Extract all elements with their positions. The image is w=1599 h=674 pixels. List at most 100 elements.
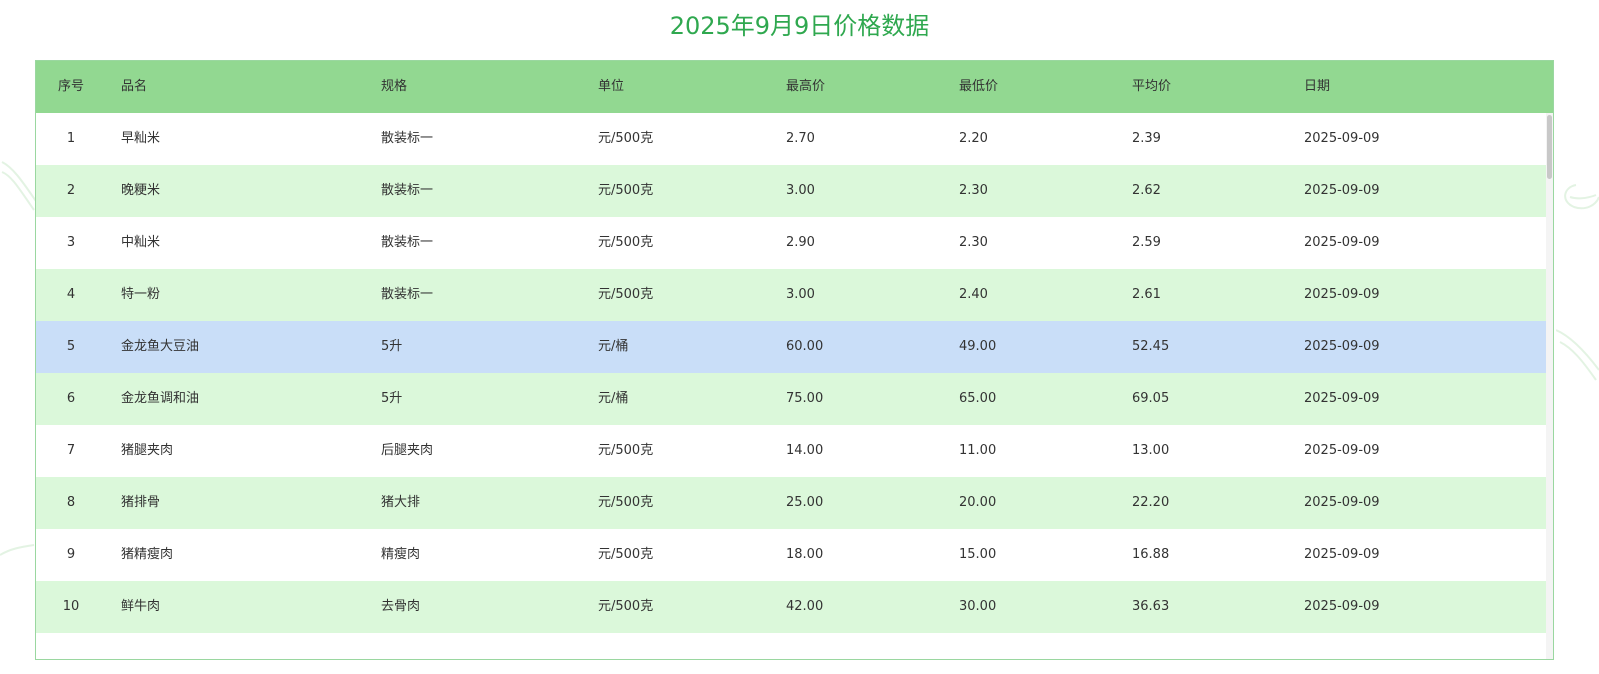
cell-product-name: 猪排骨: [121, 495, 161, 510]
cell-product-name: 金龙鱼调和油: [121, 391, 200, 406]
cell-spec: 5升: [381, 339, 403, 354]
cell-unit: 元/桶: [598, 391, 629, 406]
cell-unit: 元/500克: [598, 443, 654, 458]
page-title: 2025年9月9日价格数据: [669, 12, 930, 40]
cell-product-name: 晚粳米: [121, 183, 161, 198]
cell-unit: 元/500克: [598, 495, 654, 510]
cell-spec: 散装标一: [381, 183, 434, 198]
cell-max-price: 3.00: [786, 287, 815, 302]
cell-index: 9: [66, 547, 76, 562]
cell-index: 8: [66, 495, 76, 510]
cell-product-name: 金龙鱼大豆油: [121, 339, 200, 354]
cell-min-price: 20.00: [959, 495, 997, 510]
cell-avg-price: 69.05: [1132, 391, 1170, 406]
cell-spec: 精瘦肉: [381, 547, 421, 562]
cell-unit: 元/500克: [598, 235, 654, 250]
cell-date: 2025-09-09: [1304, 287, 1380, 302]
cell-date: 2025-09-09: [1304, 443, 1380, 458]
header-unit[interactable]: 单位: [598, 61, 624, 113]
cell-max-price: 42.00: [786, 599, 824, 614]
cell-date: 2025-09-09: [1304, 131, 1380, 146]
cell-spec: 去骨肉: [381, 599, 421, 614]
table-header: 序号 品名 规格 单位 最高价 最低价 平均价 日期: [36, 61, 1553, 113]
cell-index: 10: [62, 599, 80, 614]
cell-index: 7: [66, 443, 76, 458]
cell-min-price: 2.40: [959, 287, 988, 302]
cell-product-name: 猪腿夹肉: [121, 443, 174, 458]
table-row[interactable]: 8 猪排骨 猪大排 元/500克 25.00 20.00 22.20 2025-…: [36, 477, 1546, 529]
cell-avg-price: 2.39: [1132, 131, 1161, 146]
cell-max-price: 75.00: [786, 391, 824, 406]
cell-min-price: 2.30: [959, 235, 988, 250]
cell-spec: 散装标一: [381, 235, 434, 250]
cell-min-price: 15.00: [959, 547, 997, 562]
cell-unit: 元/桶: [598, 339, 629, 354]
cell-index: 5: [66, 339, 76, 354]
cell-index: 6: [66, 391, 76, 406]
table-row[interactable]: 3 中籼米 散装标一 元/500克 2.90 2.30 2.59 2025-09…: [36, 217, 1546, 269]
table-row[interactable]: 9 猪精瘦肉 精瘦肉 元/500克 18.00 15.00 16.88 2025…: [36, 529, 1546, 581]
table-body[interactable]: 1 早籼米 散装标一 元/500克 2.70 2.20 2.39 2025-09…: [36, 113, 1546, 659]
cell-avg-price: 16.88: [1132, 547, 1170, 562]
cell-max-price: 60.00: [786, 339, 824, 354]
cell-avg-price: 2.59: [1132, 235, 1161, 250]
cell-max-price: 25.00: [786, 495, 824, 510]
cell-max-price: 14.00: [786, 443, 824, 458]
table-row[interactable]: 4 特一粉 散装标一 元/500克 3.00 2.40 2.61 2025-09…: [36, 269, 1546, 321]
cell-date: 2025-09-09: [1304, 339, 1380, 354]
table-scrollbar-track[interactable]: [1546, 113, 1553, 659]
cell-unit: 元/500克: [598, 183, 654, 198]
cell-min-price: 2.30: [959, 183, 988, 198]
cell-max-price: 2.70: [786, 131, 815, 146]
header-index[interactable]: 序号: [36, 61, 106, 113]
cell-product-name: 特一粉: [121, 287, 161, 302]
table-row-highlighted[interactable]: 5 金龙鱼大豆油 5升 元/桶 60.00 49.00 52.45 2025-0…: [36, 321, 1546, 373]
cell-spec: 散装标一: [381, 287, 434, 302]
cell-min-price: 30.00: [959, 599, 997, 614]
cell-min-price: 2.20: [959, 131, 988, 146]
cell-spec: 猪大排: [381, 495, 421, 510]
table-row[interactable]: 2 晚粳米 散装标一 元/500克 3.00 2.30 2.62 2025-09…: [36, 165, 1546, 217]
header-product-name[interactable]: 品名: [121, 61, 147, 113]
cell-avg-price: 2.62: [1132, 183, 1161, 198]
price-page: 2025年9月9日价格数据 序号 品名 规格 单位 最高价 最低价 平均价 日期…: [0, 0, 1599, 674]
cell-spec: 5升: [381, 391, 403, 406]
cell-avg-price: 22.20: [1132, 495, 1170, 510]
cell-avg-price: 36.63: [1132, 599, 1170, 614]
cell-product-name: 鲜牛肉: [121, 599, 161, 614]
header-min-price[interactable]: 最低价: [959, 61, 998, 113]
cell-date: 2025-09-09: [1304, 495, 1380, 510]
cell-product-name: 猪精瘦肉: [121, 547, 174, 562]
cell-min-price: 65.00: [959, 391, 997, 406]
table-row[interactable]: 1 早籼米 散装标一 元/500克 2.70 2.20 2.39 2025-09…: [36, 113, 1546, 165]
cell-index: 3: [66, 235, 76, 250]
leaf-decoration-right-mid-icon: [1556, 329, 1599, 381]
cell-max-price: 3.00: [786, 183, 815, 198]
cell-spec: 后腿夹肉: [381, 443, 434, 458]
table-row[interactable]: 6 金龙鱼调和油 5升 元/桶 75.00 65.00 69.05 2025-0…: [36, 373, 1546, 425]
cell-avg-price: 52.45: [1132, 339, 1170, 354]
cell-unit: 元/500克: [598, 131, 654, 146]
cell-date: 2025-09-09: [1304, 235, 1380, 250]
cell-min-price: 11.00: [959, 443, 997, 458]
leaf-decoration-right-icon: [1564, 184, 1599, 210]
table-row[interactable]: 7 猪腿夹肉 后腿夹肉 元/500克 14.00 11.00 13.00 202…: [36, 425, 1546, 477]
cell-date: 2025-09-09: [1304, 599, 1380, 614]
cell-unit: 元/500克: [598, 547, 654, 562]
cell-avg-price: 2.61: [1132, 287, 1161, 302]
cell-product-name: 早籼米: [121, 131, 161, 146]
leaf-decoration-left-low-icon: [0, 544, 35, 556]
header-max-price[interactable]: 最高价: [786, 61, 825, 113]
header-avg-price[interactable]: 平均价: [1132, 61, 1171, 113]
price-table: 序号 品名 规格 单位 最高价 最低价 平均价 日期 1 早籼米 散装标一 元/…: [35, 60, 1554, 660]
header-spec[interactable]: 规格: [381, 61, 407, 113]
cell-date: 2025-09-09: [1304, 391, 1380, 406]
cell-index: 1: [66, 131, 76, 146]
table-scrollbar-thumb[interactable]: [1547, 115, 1552, 179]
header-date[interactable]: 日期: [1304, 61, 1330, 113]
cell-min-price: 49.00: [959, 339, 997, 354]
table-row[interactable]: 10 鲜牛肉 去骨肉 元/500克 42.00 30.00 36.63 2025…: [36, 581, 1546, 633]
cell-index: 2: [66, 183, 76, 198]
cell-avg-price: 13.00: [1132, 443, 1170, 458]
cell-product-name: 中籼米: [121, 235, 161, 250]
